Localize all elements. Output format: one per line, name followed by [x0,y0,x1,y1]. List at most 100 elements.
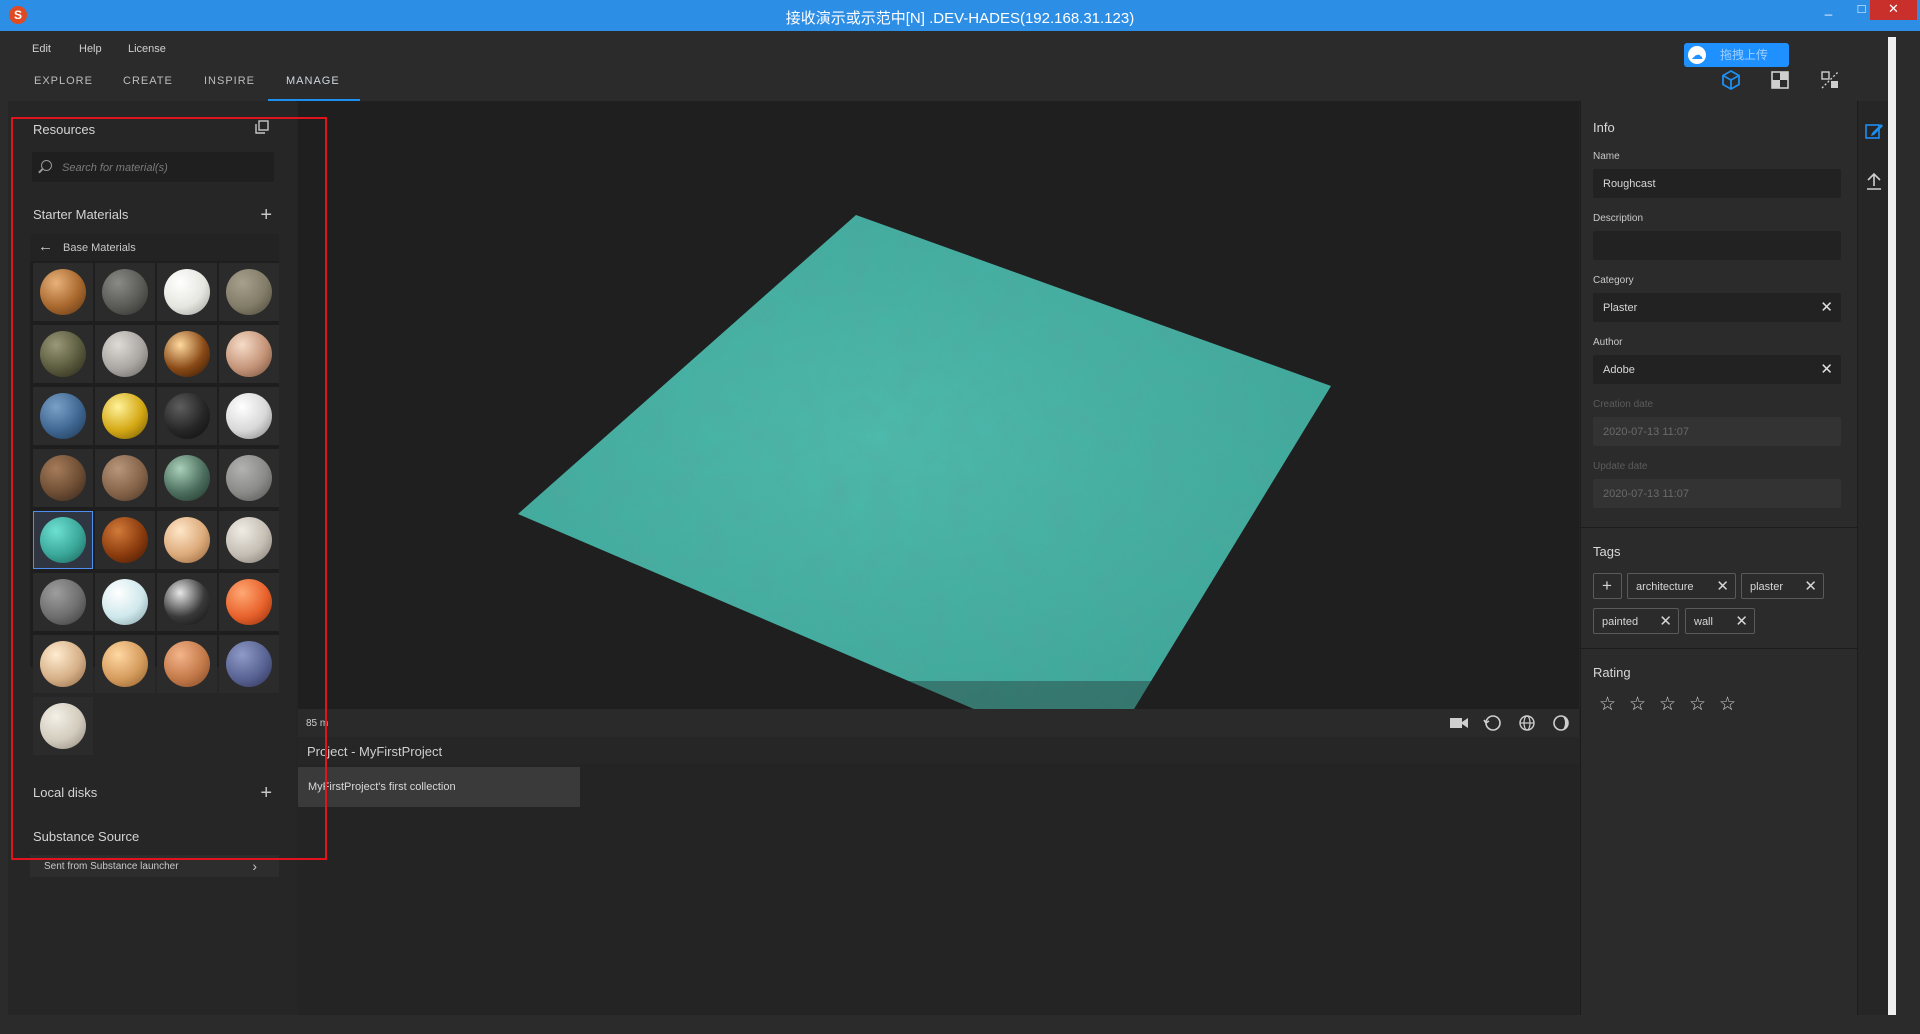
app-window: Edit Help License EXPLORE CREATE INSPIRE… [8,37,1896,1015]
project-title: Project - MyFirstProject [307,744,443,759]
material-thumbnail[interactable] [33,511,93,569]
remove-tag-icon[interactable]: ✕ [1716,577,1729,595]
add-local-disk-icon[interactable]: + [260,783,272,803]
material-thumbnail[interactable] [95,263,155,321]
globe-icon[interactable] [1517,714,1537,732]
material-thumbnail[interactable] [157,573,217,631]
minimize-button[interactable]: _ [1812,0,1845,20]
vertical-scrollbar[interactable] [1888,37,1896,1015]
close-button[interactable]: ✕ [1870,0,1917,20]
material-thumbnail[interactable] [219,573,279,631]
material-thumbnail[interactable] [157,449,217,507]
material-thumbnail[interactable] [33,449,93,507]
material-thumbnail[interactable] [157,263,217,321]
material-thumbnail[interactable] [219,449,279,507]
edit-icon[interactable] [1864,121,1884,141]
sphere-shading-icon[interactable] [1551,714,1571,732]
material-thumbnail[interactable] [219,325,279,383]
frame-time-label: 85 m [306,718,329,729]
material-thumbnail[interactable] [219,387,279,445]
tab-inspire[interactable]: INSPIRE [204,75,255,87]
rating-star-3-icon[interactable]: ☆ [1659,693,1676,716]
material-thumbnail[interactable] [157,511,217,569]
material-thumbnail[interactable] [33,387,93,445]
split-view-icon[interactable] [1818,68,1842,92]
base-materials-breadcrumb[interactable]: ← Base Materials [30,234,279,261]
menu-license[interactable]: License [128,43,166,55]
pop-out-icon[interactable] [254,119,270,135]
material-search-input[interactable] [60,152,264,184]
tag-architecture[interactable]: architecture ✕ [1627,573,1736,599]
material-thumbnail[interactable] [157,635,217,693]
material-thumbnail[interactable] [33,325,93,383]
update-date-value: 2020-07-13 11:07 [1603,488,1690,500]
collection-item[interactable]: MyFirstProject's first collection [298,767,580,807]
2d-view-icon[interactable] [1768,68,1792,92]
menu-help[interactable]: Help [79,43,102,55]
material-thumbnail[interactable] [219,511,279,569]
tab-manage[interactable]: MANAGE [286,75,340,87]
material-sphere [164,455,210,501]
rating-star-5-icon[interactable]: ☆ [1719,693,1736,716]
material-thumbnail[interactable] [95,511,155,569]
add-tag-button[interactable]: + [1593,573,1622,599]
material-sphere [164,331,210,377]
material-thumbnail[interactable] [95,325,155,383]
material-sphere [102,331,148,377]
material-thumbnail[interactable] [157,387,217,445]
tag-wall[interactable]: wall ✕ [1685,608,1755,634]
material-thumbnail[interactable] [33,697,93,755]
category-value: Plaster [1603,302,1638,314]
material-sphere [164,393,210,439]
rating-star-2-icon[interactable]: ☆ [1629,693,1646,716]
material-sphere [40,641,86,687]
material-sphere [164,517,210,563]
clear-author-icon[interactable]: ✕ [1820,360,1833,378]
material-thumbnail[interactable] [219,263,279,321]
tag-plaster[interactable]: plaster ✕ [1741,573,1824,599]
rating-star-1-icon[interactable]: ☆ [1599,693,1616,716]
resources-sidebar: Resources Starter Materials + ← Base Mat… [8,101,296,1015]
description-field[interactable] [1593,231,1841,260]
material-sphere [102,393,148,439]
rating-star-4-icon[interactable]: ☆ [1689,693,1706,716]
author-field[interactable]: Adobe ✕ [1593,355,1841,384]
material-thumbnail[interactable] [33,573,93,631]
material-thumbnail[interactable] [95,635,155,693]
tag-painted[interactable]: painted ✕ [1593,608,1679,634]
tab-create[interactable]: CREATE [123,75,173,87]
material-thumbnail[interactable] [95,573,155,631]
upload-icon[interactable] [1864,171,1884,191]
material-sphere [40,579,86,625]
clear-category-icon[interactable]: ✕ [1820,298,1833,316]
remove-tag-icon[interactable]: ✕ [1659,612,1672,630]
cube-view-icon[interactable] [1719,68,1743,92]
material-thumbnail[interactable] [219,635,279,693]
remove-tag-icon[interactable]: ✕ [1804,577,1817,595]
category-field[interactable]: Plaster ✕ [1593,293,1841,322]
category-label: Category [1593,275,1634,286]
camera-icon[interactable] [1449,714,1469,732]
material-thumbnail[interactable] [157,325,217,383]
creation-date-field: 2020-07-13 11:07 [1593,417,1841,446]
remove-tag-icon[interactable]: ✕ [1735,612,1748,630]
material-thumbnail[interactable] [95,387,155,445]
back-arrow-icon[interactable]: ← [38,238,53,255]
material-thumbnail[interactable] [33,635,93,693]
rotate-environment-icon[interactable] [1483,714,1503,732]
substance-source-item[interactable]: Sent from Substance launcher › [30,855,279,877]
material-sphere [40,517,86,563]
material-sphere [226,641,272,687]
material-sphere [164,641,210,687]
material-thumbnail[interactable] [95,449,155,507]
material-search[interactable] [32,152,274,184]
3d-viewport[interactable] [298,101,1579,709]
info-panel: Info Name Roughcast Description Category… [1580,101,1857,1015]
menu-edit[interactable]: Edit [32,43,51,55]
tab-explore[interactable]: EXPLORE [34,75,93,87]
add-starter-icon[interactable]: + [260,205,272,225]
material-thumbnail[interactable] [33,263,93,321]
title-bar: S 接收演示或示范中[N] .DEV-HADES(192.168.31.123)… [0,0,1920,31]
name-field[interactable]: Roughcast [1593,169,1841,198]
cloud-upload-button[interactable]: ☁ 拖拽上传 [1684,43,1789,67]
